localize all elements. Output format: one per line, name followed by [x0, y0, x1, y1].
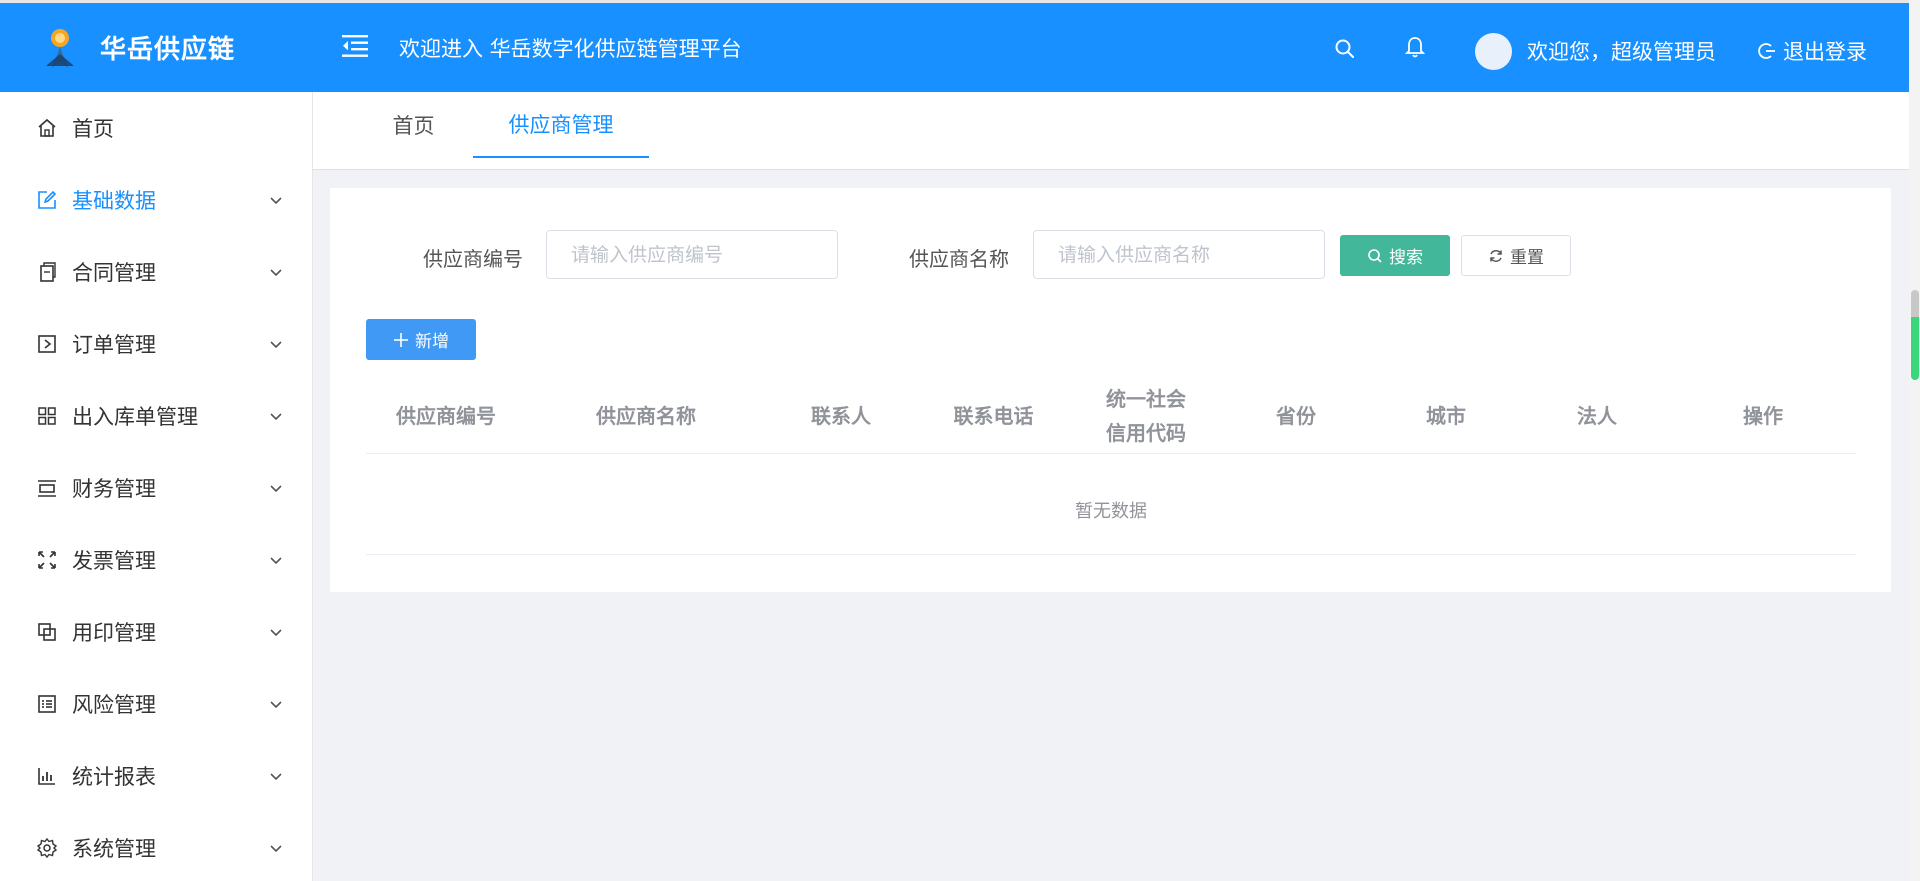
chevron-down-icon — [270, 845, 282, 853]
sidebar-item-invoice[interactable]: 发票管理 — [0, 524, 312, 596]
scrollbar-thumb[interactable] — [1911, 290, 1919, 380]
chevron-down-icon — [270, 413, 282, 421]
play-square-icon — [38, 335, 56, 353]
chevron-down-icon — [270, 701, 282, 709]
search-button-label: 搜索 — [1389, 248, 1423, 268]
brand-name: 华岳供应链 — [100, 35, 236, 65]
column-header[interactable]: 省份 — [1221, 378, 1371, 454]
reset-button[interactable]: 重置 — [1461, 235, 1571, 276]
sidebar-item-label: 基础数据 — [72, 189, 156, 213]
sidebar-item-contract[interactable]: 合同管理 — [0, 236, 312, 308]
column-header[interactable]: 城市 — [1371, 378, 1521, 454]
list-icon — [38, 695, 56, 713]
add-button-label: 新增 — [415, 332, 449, 352]
chevron-down-icon — [270, 629, 282, 637]
sidebar-item-label: 统计报表 — [72, 765, 156, 789]
column-header[interactable]: 操作 — [1673, 378, 1853, 454]
column-header[interactable]: 联系人 — [766, 378, 916, 454]
supplier-name-label: 供应商名称 — [909, 247, 1009, 271]
sidebar-item-system[interactable]: 系统管理 — [0, 812, 312, 881]
reset-button-label: 重置 — [1510, 248, 1544, 268]
expand-icon — [38, 551, 56, 569]
sidebar-item-inout-stock[interactable]: 出入库单管理 — [0, 380, 312, 452]
chevron-down-icon — [270, 773, 282, 781]
column-header[interactable]: 联系电话 — [916, 378, 1071, 454]
sidebar-item-home[interactable]: 首页 — [0, 92, 312, 164]
gear-icon — [36, 837, 58, 859]
supplier-name-input[interactable] — [1033, 230, 1325, 279]
sidebar-item-finance[interactable]: 财务管理 — [0, 452, 312, 524]
sidebar-item-label: 出入库单管理 — [72, 405, 198, 429]
sidebar-item-label: 首页 — [72, 117, 114, 141]
page-tabs: 首页 供应商管理 — [313, 92, 1909, 170]
sidebar-item-label: 系统管理 — [72, 837, 156, 861]
sidebar-item-reports[interactable]: 统计报表 — [0, 740, 312, 812]
sidebar-item-risk[interactable]: 风险管理 — [0, 668, 312, 740]
bell-icon[interactable] — [1403, 35, 1427, 59]
document-icon — [40, 262, 56, 282]
tab-supplier-management[interactable]: 供应商管理 — [473, 92, 649, 158]
chevron-down-icon — [270, 197, 282, 205]
bar-chart-icon — [38, 768, 55, 785]
supplier-management-panel: 供应商编号 供应商名称 搜索 重置 新增 供应商编号 供应商名称 联系人 联系电… — [330, 188, 1891, 592]
sidebar-item-order[interactable]: 订单管理 — [0, 308, 312, 380]
user-greeting[interactable]: 欢迎您，超级管理员 — [1527, 36, 1716, 66]
sidebar-item-label: 发票管理 — [72, 549, 156, 573]
page-scrollbar[interactable] — [1909, 0, 1920, 881]
column-header[interactable]: 供应商编号 — [366, 378, 526, 454]
table-empty-state: 暂无数据 — [366, 465, 1856, 555]
logout-button[interactable]: 退出登录 — [1757, 36, 1867, 66]
chevron-down-icon — [270, 557, 282, 565]
logout-icon — [1758, 43, 1775, 59]
refresh-icon — [1490, 249, 1502, 262]
grid-icon — [38, 407, 56, 425]
sidebar-item-label: 风险管理 — [72, 693, 156, 717]
user-avatar[interactable] — [1475, 33, 1512, 70]
logout-label: 退出登录 — [1783, 40, 1867, 64]
brand-logo[interactable]: 华岳供应链 — [0, 3, 313, 92]
search-button[interactable]: 搜索 — [1340, 235, 1450, 276]
sidebar-item-basic-data[interactable]: 基础数据 — [0, 164, 312, 236]
supplier-code-input[interactable] — [546, 230, 838, 279]
home-icon — [38, 118, 56, 137]
sidebar-item-label: 订单管理 — [72, 333, 156, 357]
chevron-down-icon — [270, 341, 282, 349]
sidebar-item-label: 财务管理 — [72, 477, 156, 501]
platform-welcome-title: 欢迎进入 华岳数字化供应链管理平台 — [399, 37, 742, 61]
column-header[interactable]: 供应商名称 — [526, 378, 766, 454]
table-header: 供应商编号 供应商名称 联系人 联系电话 统一社会信用代码 省份 城市 法人 操… — [366, 378, 1856, 454]
sidebar-nav: 首页 基础数据 合同管理 订单管理 出入库单管理 财务管理 发票管理 用印管理 … — [0, 92, 313, 881]
search-icon — [1368, 248, 1382, 263]
search-icon[interactable] — [1333, 37, 1357, 61]
add-supplier-button[interactable]: 新增 — [366, 319, 476, 360]
brand-logo-icon — [46, 28, 74, 68]
copy-icon — [38, 623, 56, 641]
column-header[interactable]: 统一社会信用代码 — [1071, 378, 1221, 454]
supplier-code-label: 供应商编号 — [423, 247, 523, 271]
top-header: 华岳供应链 欢迎进入 华岳数字化供应链管理平台 欢迎您，超级管理员 退出登录 — [0, 3, 1909, 92]
sidebar-item-label: 合同管理 — [72, 261, 156, 285]
chevron-down-icon — [270, 485, 282, 493]
column-header[interactable]: 法人 — [1521, 378, 1673, 454]
sidebar-item-label: 用印管理 — [72, 621, 156, 645]
sidebar-item-seal[interactable]: 用印管理 — [0, 596, 312, 668]
plus-icon — [394, 332, 408, 347]
ruler-icon — [38, 480, 56, 497]
edit-icon — [38, 190, 57, 209]
chevron-down-icon — [270, 269, 282, 277]
menu-fold-icon[interactable] — [340, 31, 370, 61]
tab-home[interactable]: 首页 — [361, 92, 466, 158]
